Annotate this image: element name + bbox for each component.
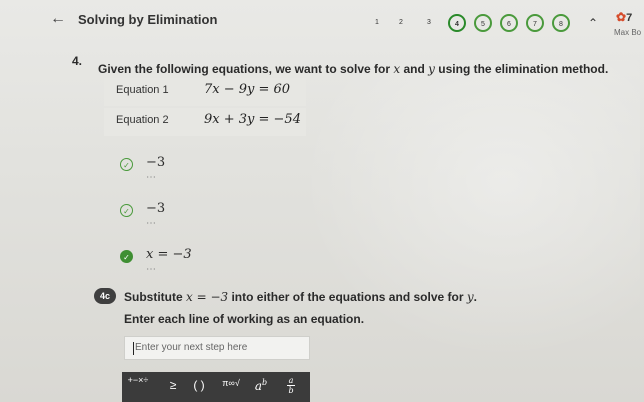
answer-value: −3 bbox=[146, 201, 166, 216]
operators-label: +−×÷ bbox=[127, 375, 149, 385]
inequality-button[interactable]: ≥ bbox=[160, 378, 186, 392]
instruction-prefix: Substitute bbox=[124, 290, 186, 304]
question-number: 4. bbox=[72, 54, 83, 68]
step-6[interactable]: 6 bbox=[500, 14, 518, 32]
equation-label: Equation 1 bbox=[116, 84, 169, 96]
text-cursor bbox=[133, 342, 134, 355]
equation-table: Equation 1 7x − 9y = 60 Equation 2 9x + … bbox=[104, 78, 306, 138]
equation-row: Equation 2 9x + 3y = −54 bbox=[104, 108, 306, 136]
equation-row: Equation 1 7x − 9y = 60 bbox=[104, 78, 306, 106]
step-7[interactable]: 7 bbox=[526, 14, 544, 32]
answer-value: x = −3 bbox=[146, 247, 192, 262]
step-3[interactable]: 3 bbox=[420, 14, 438, 32]
streak-counter: ✿7 bbox=[616, 10, 632, 24]
step-5[interactable]: 5 bbox=[474, 14, 492, 32]
power-base: a bbox=[254, 379, 263, 393]
more-icon[interactable]: ⋯ bbox=[146, 264, 157, 275]
header: ← Solving by Elimination 1 2 3 4 5 6 7 8… bbox=[0, 0, 644, 40]
power-button[interactable]: ab bbox=[248, 378, 274, 393]
streak-value: 7 bbox=[626, 12, 633, 24]
input-placeholder: Enter your next step here bbox=[135, 342, 248, 353]
fraction-button[interactable]: ab bbox=[278, 376, 304, 395]
step-4[interactable]: 4 bbox=[448, 14, 466, 32]
instruction-var: y bbox=[466, 290, 474, 304]
question-text-prefix: Given the following equations, we want t… bbox=[98, 62, 394, 76]
more-icon[interactable]: ⋯ bbox=[146, 172, 157, 183]
special-symbols-button[interactable]: π∞√ bbox=[218, 378, 244, 388]
answer-value: −3 bbox=[146, 155, 166, 170]
step-1[interactable]: 1 bbox=[368, 14, 386, 32]
fraction-denominator: b bbox=[288, 386, 294, 395]
check-icon: ✓ bbox=[120, 204, 133, 217]
operators-button[interactable]: +−×÷ bbox=[126, 376, 150, 385]
more-icon[interactable]: ⋯ bbox=[146, 218, 157, 229]
equation-label: Equation 2 bbox=[116, 114, 169, 126]
step-2[interactable]: 2 bbox=[392, 14, 410, 32]
parentheses-button[interactable]: ( ) bbox=[186, 378, 212, 392]
question-text: Given the following equations, we want t… bbox=[98, 62, 608, 76]
fraction-numerator: a bbox=[287, 376, 295, 386]
equation-expression: 7x − 9y = 60 bbox=[204, 82, 291, 97]
question-text-mid: and bbox=[400, 62, 429, 76]
var-y: y bbox=[428, 62, 435, 76]
step-input[interactable]: Enter your next step here bbox=[124, 336, 310, 360]
check-icon: ✓ bbox=[120, 250, 133, 263]
part-instruction: Substitute x = −3 into either of the equ… bbox=[124, 290, 477, 304]
flame-icon: ✿ bbox=[616, 10, 627, 24]
arrow-left-icon[interactable]: ← bbox=[50, 10, 66, 28]
math-toolbar: +−×÷ ≥ ( ) π∞√ ab ab bbox=[122, 372, 310, 402]
instruction-end: . bbox=[473, 290, 477, 304]
equation-expression: 9x + 3y = −54 bbox=[204, 112, 301, 127]
max-label: Max Bo bbox=[614, 28, 642, 37]
check-icon: ✓ bbox=[120, 158, 133, 171]
question-text-suffix: using the elimination method. bbox=[434, 62, 609, 76]
part-badge: 4c bbox=[94, 288, 116, 304]
power-exp: b bbox=[262, 378, 268, 387]
enter-instruction: Enter each line of working as an equatio… bbox=[124, 312, 365, 326]
step-8[interactable]: 8 bbox=[552, 14, 570, 32]
page-title: Solving by Elimination bbox=[78, 12, 218, 27]
chevron-up-icon[interactable]: ⌃ bbox=[588, 16, 598, 30]
instruction-math: x = −3 bbox=[186, 290, 229, 304]
instruction-suffix: into either of the equations and solve f… bbox=[228, 290, 467, 304]
